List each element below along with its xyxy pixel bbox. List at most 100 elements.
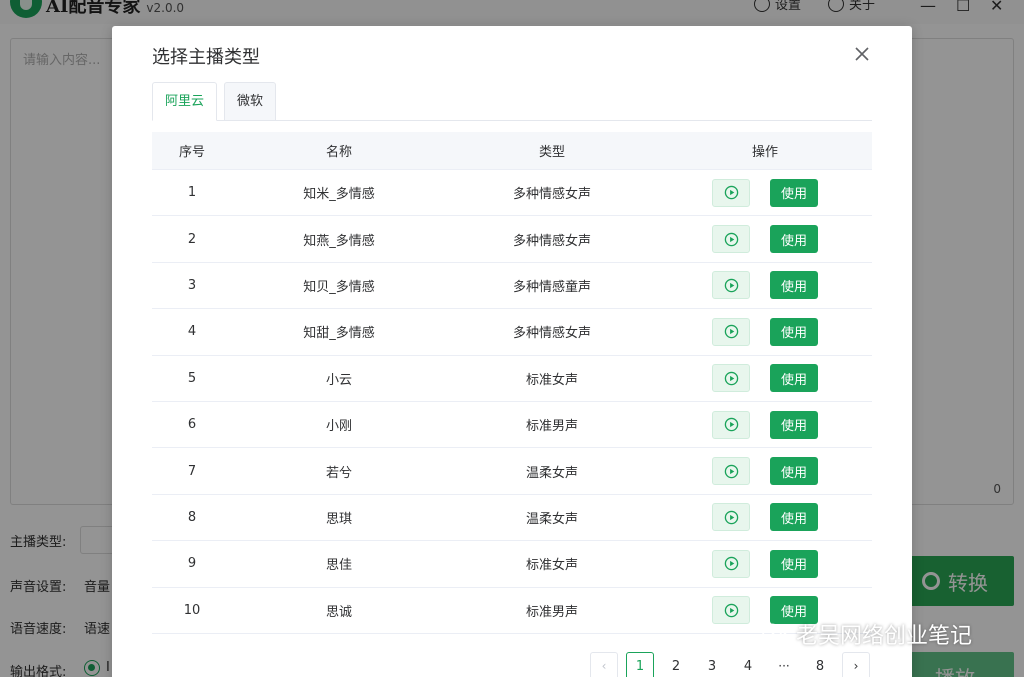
use-button[interactable]: 使用 (770, 317, 818, 346)
chevron-right-icon: › (853, 659, 859, 673)
row-name: 小刚 (325, 419, 352, 435)
use-button[interactable]: 使用 (770, 457, 818, 486)
preview-button[interactable] (712, 317, 750, 346)
row-name: 小云 (325, 372, 352, 388)
play-circle-icon (724, 603, 738, 617)
table-row: 4 知甜_多情感 多种情感女声 使用 (152, 309, 872, 356)
preview-button[interactable] (712, 410, 750, 439)
page-3[interactable]: 3 (698, 652, 726, 677)
table-body: 1 知米_多情感 多种情感女声 使用 2 知燕_多情感 多种情感女声 使用 3 知贝_多情感 多种情… (152, 170, 872, 634)
use-button[interactable]: 使用 (770, 410, 818, 439)
row-actions: 使用 (658, 309, 872, 354)
table-row: 1 知米_多情感 多种情感女声 使用 (152, 170, 872, 217)
anchor-table: 序号 名称 类型 操作 1 知米_多情感 多种情感女声 使用 2 知燕_多情感 多种情感女声… (152, 132, 872, 634)
row-index: 2 (187, 231, 197, 247)
page-ellipsis[interactable]: ··· (770, 652, 798, 677)
row-actions: 使用 (658, 216, 872, 261)
row-type: 多种情感童声 (512, 279, 591, 295)
preview-button[interactable] (712, 178, 750, 207)
row-index: 3 (187, 277, 197, 293)
play-circle-icon (724, 557, 738, 571)
page-1[interactable]: 1 (626, 652, 654, 677)
row-index: 5 (187, 370, 197, 386)
preview-button[interactable] (712, 596, 750, 625)
row-name: 思诚 (325, 604, 352, 620)
row-name: 思佳 (325, 558, 352, 574)
row-index: 1 (187, 185, 197, 201)
dialog-title: 选择主播类型 (152, 47, 260, 68)
play-circle-icon (724, 417, 738, 432)
row-index: 10 (183, 602, 201, 618)
use-button[interactable]: 使用 (770, 503, 818, 532)
row-type: 多种情感女声 (512, 187, 591, 203)
tab-aliyun[interactable]: 阿里云 (152, 82, 218, 121)
table-row: 6 小刚 标准男声 使用 (152, 402, 872, 449)
row-index: 7 (187, 463, 197, 479)
row-actions: 使用 (658, 495, 872, 540)
preview-button[interactable] (712, 549, 750, 578)
row-name: 知燕_多情感 (303, 233, 375, 249)
wechat-icon (762, 623, 788, 644)
close-icon (855, 47, 869, 61)
row-actions: 使用 (658, 541, 872, 586)
watermark: 老吴网络创业笔记 (762, 618, 972, 650)
page-last[interactable]: 8 (806, 652, 834, 677)
preview-button[interactable] (712, 364, 750, 393)
watermark-text: 老吴网络创业笔记 (796, 624, 973, 649)
play-circle-icon (724, 510, 738, 525)
column-header-actions: 操作 (751, 145, 778, 160)
play-circle-icon (724, 371, 738, 385)
play-circle-icon (724, 232, 738, 246)
pagination: ‹ 1 2 3 4 ··· 8 › (590, 652, 870, 677)
use-button[interactable]: 使用 (770, 225, 818, 254)
preview-button[interactable] (712, 457, 750, 486)
use-button[interactable]: 使用 (770, 178, 818, 207)
use-button[interactable]: 使用 (770, 549, 818, 578)
row-type: 多种情感女声 (512, 326, 591, 342)
row-name: 若兮 (325, 465, 352, 481)
page-4[interactable]: 4 (734, 652, 762, 677)
row-type: 温柔女声 (525, 511, 578, 527)
row-index: 6 (187, 417, 197, 433)
table-row: 7 若兮 温柔女声 使用 (152, 448, 872, 495)
row-actions: 使用 (658, 263, 872, 308)
row-actions: 使用 (658, 170, 872, 215)
row-type: 温柔女声 (525, 465, 578, 481)
tab-microsoft[interactable]: 微软 (224, 82, 277, 121)
preview-button[interactable] (712, 225, 750, 254)
column-header-name: 名称 (325, 145, 352, 160)
provider-tabs: 阿里云 微软 (152, 82, 872, 121)
select-anchor-dialog: 选择主播类型 阿里云 微软 序号 名称 类型 操作 1 知米_多情感 多种情感女声使… (112, 26, 912, 677)
play-circle-icon (724, 325, 738, 339)
use-button[interactable]: 使用 (770, 364, 818, 393)
play-circle-icon (724, 185, 738, 200)
table-row: 9 思佳 标准女声 使用 (152, 541, 872, 588)
column-header-index: 序号 (178, 145, 205, 160)
column-header-type: 类型 (538, 145, 565, 160)
preview-button[interactable] (712, 503, 750, 532)
row-type: 标准男声 (525, 419, 578, 435)
row-index: 8 (187, 509, 197, 525)
play-circle-icon (724, 278, 738, 293)
chevron-left-icon: ‹ (601, 659, 607, 673)
prev-page-button[interactable]: ‹ (590, 652, 618, 677)
row-actions: 使用 (658, 402, 872, 447)
preview-button[interactable] (712, 271, 750, 300)
table-row: 3 知贝_多情感 多种情感童声 使用 (152, 263, 872, 310)
use-button[interactable]: 使用 (770, 271, 818, 300)
row-name: 知甜_多情感 (303, 326, 375, 342)
table-row: 5 小云 标准女声 使用 (152, 356, 872, 402)
row-name: 知米_多情感 (303, 187, 375, 203)
dialog-close-button[interactable] (850, 42, 874, 66)
row-actions: 使用 (658, 448, 872, 493)
row-name: 知贝_多情感 (303, 279, 375, 295)
next-page-button[interactable]: › (842, 652, 870, 677)
page-2[interactable]: 2 (662, 652, 690, 677)
row-name: 思琪 (325, 511, 352, 527)
row-type: 标准男声 (525, 604, 578, 620)
row-type: 多种情感女声 (512, 233, 591, 249)
table-row: 2 知燕_多情感 多种情感女声 使用 (152, 216, 872, 263)
play-circle-icon (724, 464, 738, 478)
row-type: 标准女声 (525, 372, 578, 388)
row-type: 标准女声 (525, 558, 578, 574)
